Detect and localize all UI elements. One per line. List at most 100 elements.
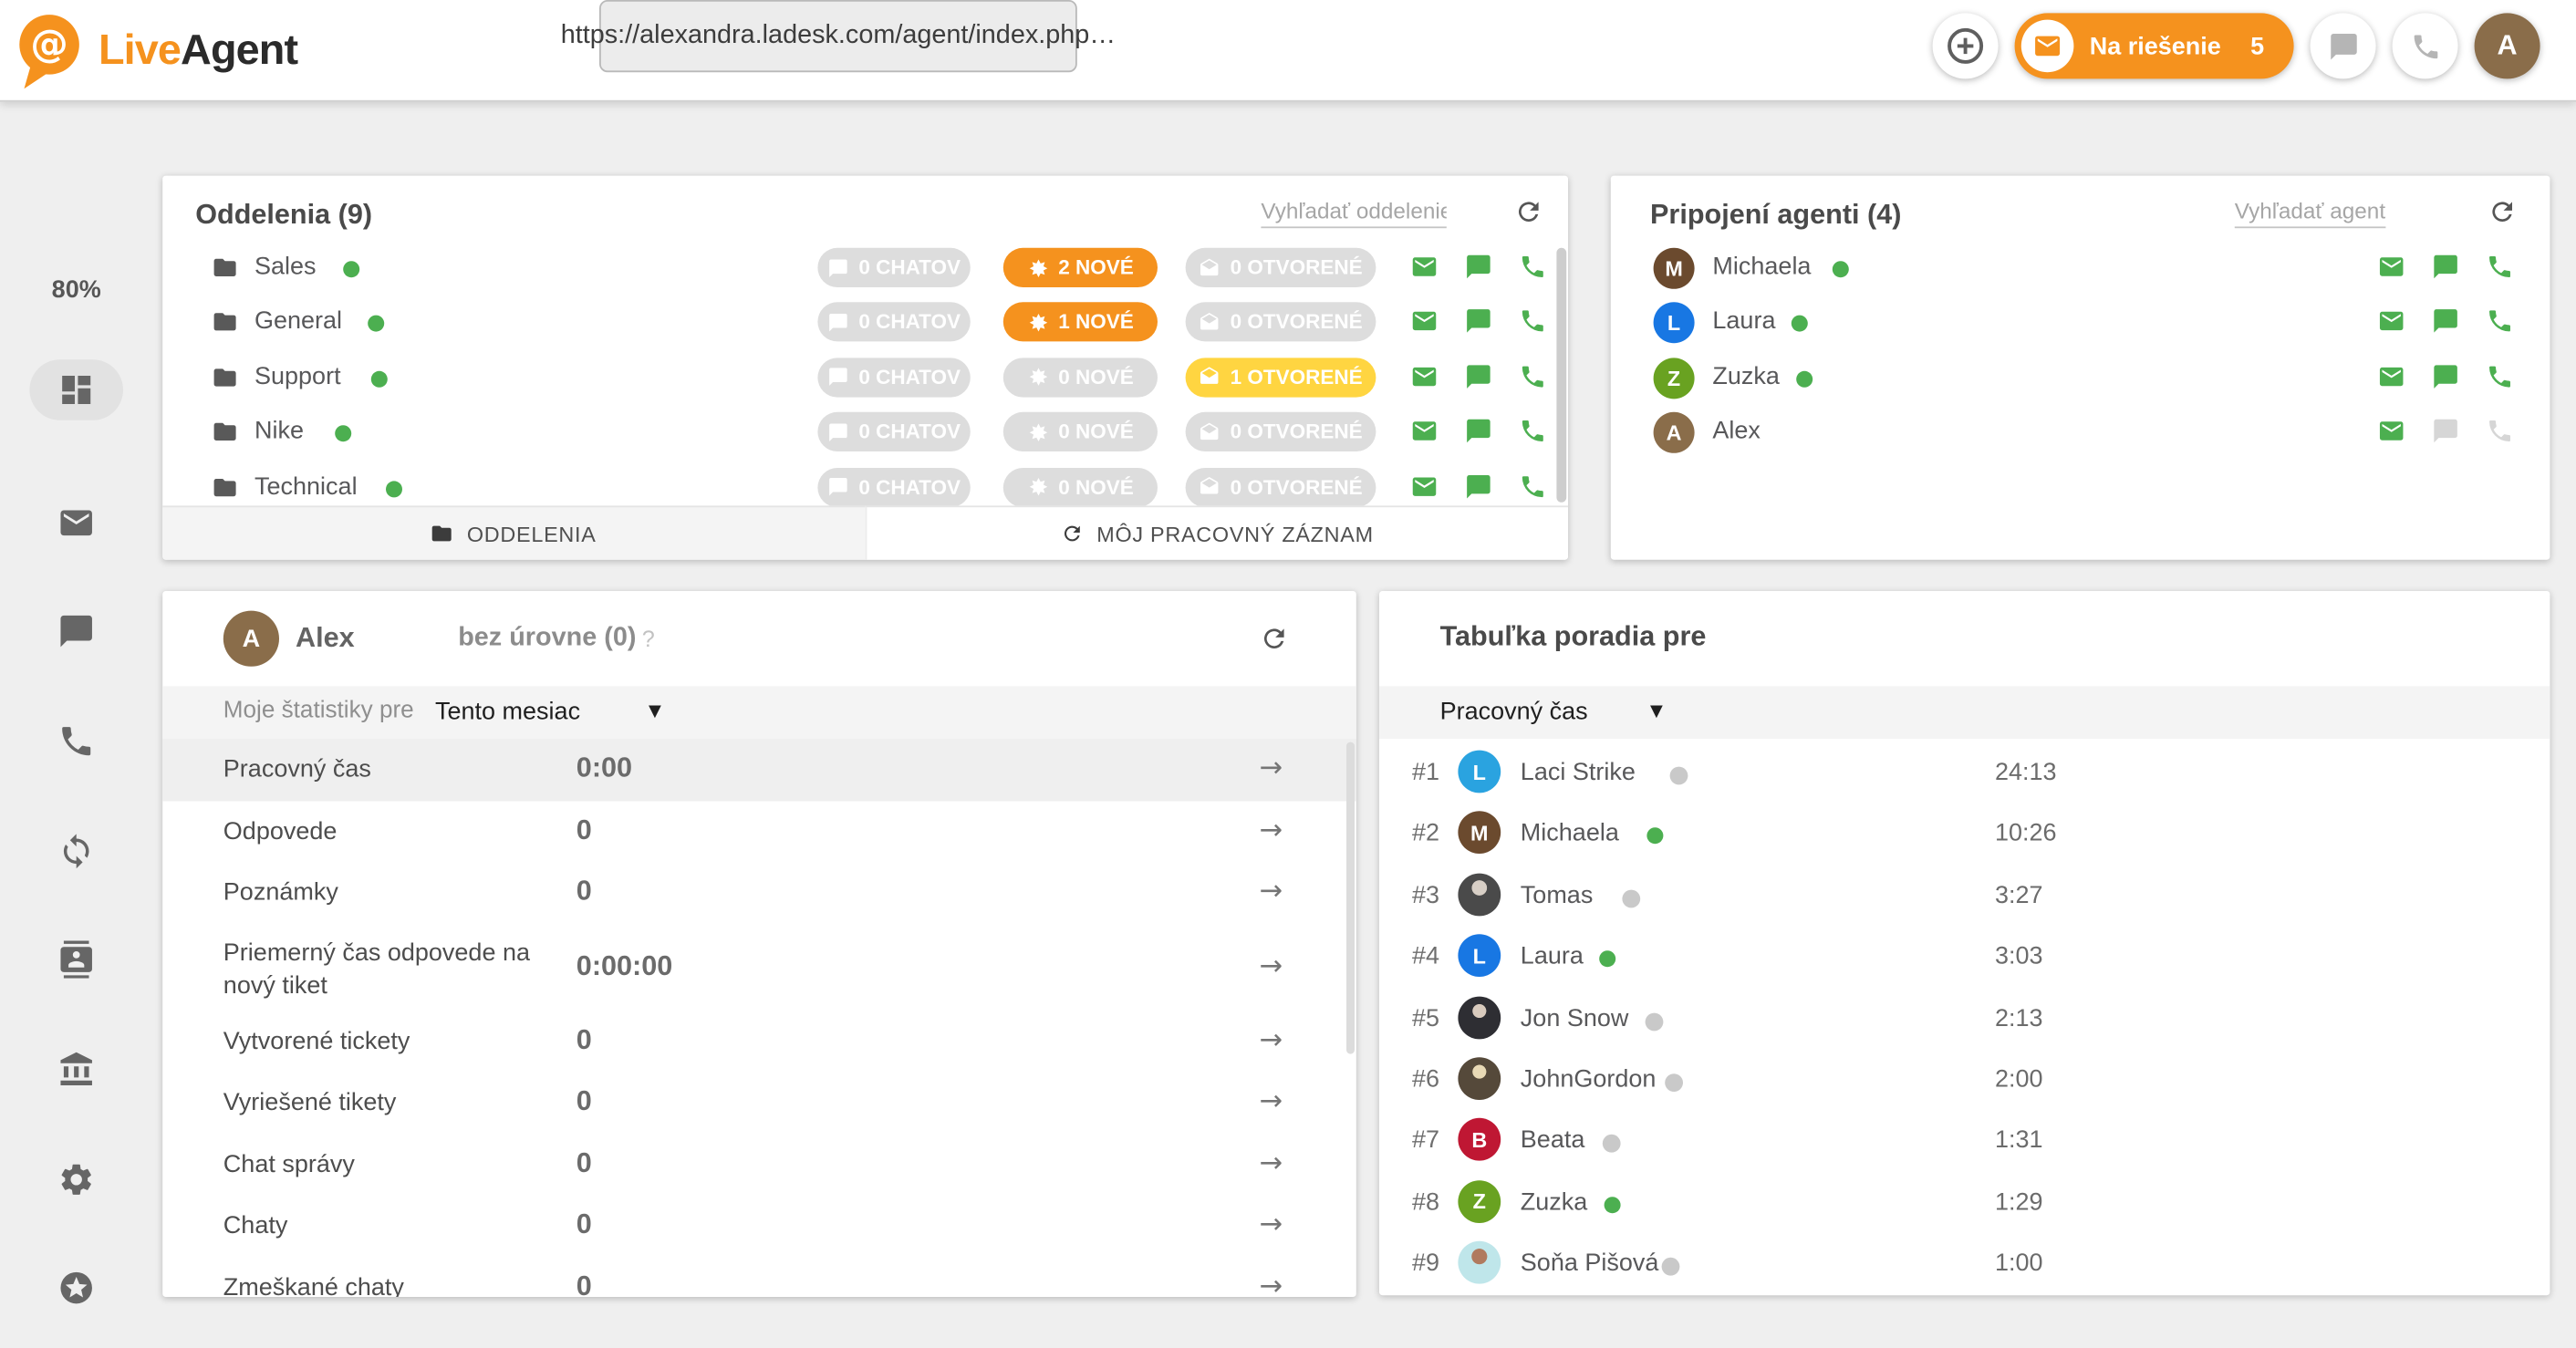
sidebar-item-contacts[interactable] bbox=[0, 940, 152, 978]
refresh-departments-button[interactable] bbox=[1514, 197, 1543, 226]
phone-action-icon[interactable] bbox=[1519, 472, 1547, 501]
agent-name[interactable]: Michaela bbox=[1712, 253, 1811, 281]
new-badge[interactable]: 0 NOVÉ bbox=[1003, 467, 1158, 506]
chat-action-icon[interactable] bbox=[1465, 253, 1493, 281]
mail-action-icon[interactable] bbox=[1410, 253, 1439, 281]
chat-action-icon[interactable] bbox=[1465, 472, 1493, 501]
arrow-right-icon[interactable]: → bbox=[1260, 752, 1283, 784]
arrow-right-icon[interactable]: → bbox=[1260, 875, 1283, 907]
stat-row[interactable]: Chat správy 0 → bbox=[162, 1134, 1356, 1196]
agent-name[interactable]: Laura bbox=[1712, 307, 1775, 336]
leaderboard-row[interactable]: #8 Z Zuzka 1:29 bbox=[1379, 1172, 2550, 1233]
phone-action-icon[interactable] bbox=[2486, 253, 2514, 281]
chat-action-icon[interactable] bbox=[2432, 253, 2460, 281]
chats-badge[interactable]: 0 CHATOV bbox=[817, 248, 970, 287]
sidebar-item-gamification[interactable] bbox=[0, 1269, 152, 1306]
chevron-down-icon[interactable]: ▼ bbox=[1650, 702, 1663, 721]
leaderboard-row[interactable]: #2 M Michaela 10:26 bbox=[1379, 804, 2550, 865]
leaderboard-row[interactable]: #3 Tomas 3:27 bbox=[1379, 865, 2550, 926]
department-name[interactable]: Sales bbox=[254, 253, 317, 281]
mail-action-icon[interactable] bbox=[1410, 472, 1439, 501]
metric-select[interactable]: Pracovný čas bbox=[1440, 698, 1588, 726]
chats-badge[interactable]: 0 CHATOV bbox=[817, 358, 970, 397]
arrow-right-icon[interactable]: → bbox=[1260, 1023, 1283, 1056]
mail-action-icon[interactable] bbox=[1410, 307, 1439, 336]
open-badge[interactable]: 0 OTVORENÉ bbox=[1186, 248, 1376, 287]
stat-row[interactable]: Zmeškané chaty 0 → bbox=[162, 1257, 1356, 1297]
stat-row[interactable]: Chaty 0 → bbox=[162, 1195, 1356, 1257]
agent-search-input[interactable] bbox=[2235, 195, 2386, 228]
sidebar-item-dashboard[interactable] bbox=[0, 371, 152, 409]
new-badge[interactable]: 2 NOVÉ bbox=[1003, 248, 1158, 287]
chat-action-icon[interactable] bbox=[1465, 307, 1493, 336]
arrow-right-icon[interactable]: → bbox=[1260, 814, 1283, 846]
chat-action-icon[interactable] bbox=[2432, 307, 2460, 336]
mail-action-icon[interactable] bbox=[2377, 307, 2405, 336]
phone-action-icon[interactable] bbox=[1519, 418, 1547, 446]
to-solve-button[interactable]: Na riešenie 5 bbox=[2014, 13, 2294, 78]
leaderboard-row[interactable]: #6 JohnGordon 2:00 bbox=[1379, 1049, 2550, 1110]
arrow-right-icon[interactable]: → bbox=[1260, 1270, 1283, 1297]
sidebar-item-companies[interactable] bbox=[0, 1051, 152, 1088]
department-name[interactable]: General bbox=[254, 307, 342, 336]
chats-badge[interactable]: 0 CHATOV bbox=[817, 467, 970, 506]
stat-row[interactable]: Vytvorené tickety 0 → bbox=[162, 1011, 1356, 1073]
open-badge[interactable]: 0 OTVORENÉ bbox=[1186, 467, 1376, 506]
tab-moj-pracovny-zaznam[interactable]: MÔJ PRACOVNÝ ZÁZNAM bbox=[865, 505, 1568, 559]
phone-action-icon[interactable] bbox=[2486, 307, 2514, 336]
leaderboard-row[interactable]: #5 Jon Snow 2:13 bbox=[1379, 988, 2550, 1049]
mail-action-icon[interactable] bbox=[2377, 418, 2405, 446]
stat-row[interactable]: Poznámky 0 → bbox=[162, 862, 1356, 924]
sidebar-item-automation[interactable] bbox=[0, 833, 152, 870]
calls-button[interactable] bbox=[2393, 13, 2458, 78]
chat-action-icon[interactable] bbox=[1465, 418, 1493, 446]
new-badge[interactable]: 0 NOVÉ bbox=[1003, 358, 1158, 397]
help-icon[interactable]: ? bbox=[642, 626, 655, 652]
leaderboard-row[interactable]: #4 L Laura 3:03 bbox=[1379, 927, 2550, 988]
department-search-input[interactable] bbox=[1261, 195, 1446, 228]
chats-button[interactable] bbox=[2311, 13, 2376, 78]
sidebar-item-chats[interactable] bbox=[0, 612, 152, 649]
arrow-right-icon[interactable]: → bbox=[1260, 949, 1283, 982]
stat-row[interactable]: Pracovný čas 0:00 → bbox=[162, 739, 1356, 801]
tab-oddelenia[interactable]: ODDELENIA bbox=[162, 505, 864, 559]
mail-action-icon[interactable] bbox=[1410, 362, 1439, 390]
department-name[interactable]: Technical bbox=[254, 472, 358, 501]
refresh-stats-button[interactable] bbox=[1260, 624, 1289, 653]
stat-row[interactable]: Priemerný čas odpovede na nový tiket 0:0… bbox=[162, 924, 1356, 1011]
refresh-agents-button[interactable] bbox=[2488, 197, 2517, 226]
new-badge[interactable]: 1 NOVÉ bbox=[1003, 303, 1158, 342]
phone-action-icon[interactable] bbox=[2486, 362, 2514, 390]
open-badge[interactable]: 1 OTVORENÉ bbox=[1186, 358, 1376, 397]
chat-action-icon[interactable] bbox=[1465, 362, 1493, 390]
scrollbar[interactable] bbox=[1556, 248, 1566, 503]
user-avatar[interactable]: A bbox=[2475, 13, 2540, 78]
stat-row[interactable]: Odpovede 0 → bbox=[162, 801, 1356, 863]
phone-action-icon[interactable] bbox=[1519, 253, 1547, 281]
department-name[interactable]: Nike bbox=[254, 418, 304, 446]
open-badge[interactable]: 0 OTVORENÉ bbox=[1186, 412, 1376, 451]
arrow-right-icon[interactable]: → bbox=[1260, 1085, 1283, 1118]
sidebar-item-settings[interactable] bbox=[0, 1161, 152, 1198]
phone-action-icon[interactable] bbox=[1519, 362, 1547, 390]
sidebar-item-calls[interactable] bbox=[0, 722, 152, 760]
arrow-right-icon[interactable]: → bbox=[1260, 1208, 1283, 1241]
chat-action-icon[interactable] bbox=[2432, 362, 2460, 390]
mail-action-icon[interactable] bbox=[2377, 362, 2405, 390]
sidebar-item-tickets[interactable] bbox=[0, 504, 152, 542]
new-badge[interactable]: 0 NOVÉ bbox=[1003, 412, 1158, 451]
chevron-down-icon[interactable]: ▼ bbox=[649, 702, 661, 721]
agent-name[interactable]: Zuzka bbox=[1712, 362, 1780, 390]
phone-action-icon[interactable] bbox=[1519, 307, 1547, 336]
open-badge[interactable]: 0 OTVORENÉ bbox=[1186, 303, 1376, 342]
department-name[interactable]: Support bbox=[254, 362, 341, 390]
liveagent-logo[interactable]: @ LiveAgent bbox=[13, 12, 297, 90]
leaderboard-row[interactable]: #7 B Beata 1:31 bbox=[1379, 1110, 2550, 1171]
add-button[interactable] bbox=[1932, 13, 1998, 78]
chats-badge[interactable]: 0 CHATOV bbox=[817, 303, 970, 342]
mail-action-icon[interactable] bbox=[2377, 253, 2405, 281]
period-select[interactable]: Tento mesiac bbox=[435, 698, 580, 726]
agent-name[interactable]: Alex bbox=[1712, 418, 1761, 446]
stat-row[interactable]: Vyriešené tikety 0 → bbox=[162, 1072, 1356, 1134]
leaderboard-row[interactable]: #1 L Laci Strike 24:13 bbox=[1379, 742, 2550, 804]
